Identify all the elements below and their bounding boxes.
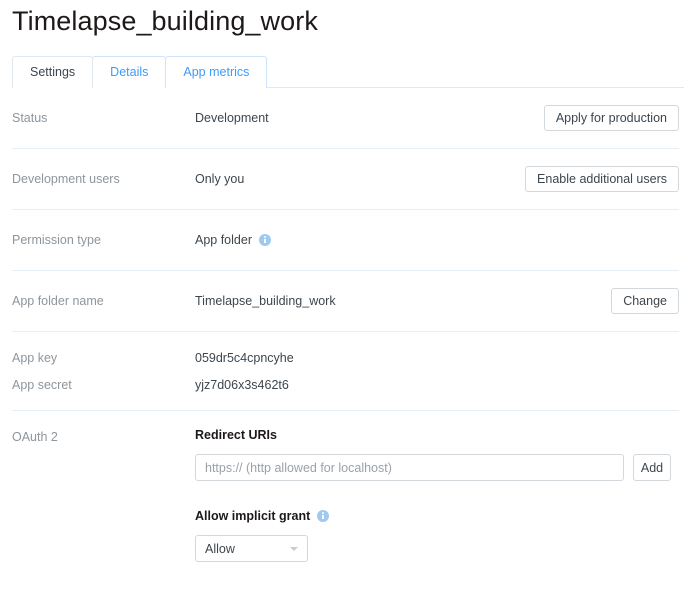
oauth-section-body: Redirect URIs Add Allow implicit grant A… [195, 428, 679, 562]
row-permission-type-label: Permission type [12, 233, 101, 247]
enable-additional-users-button[interactable]: Enable additional users [525, 166, 679, 192]
row-app-key-value: 059dr5c4cpncyhe [195, 350, 294, 365]
redirect-uri-input[interactable] [195, 454, 624, 481]
row-development-users-label: Development users [12, 172, 120, 186]
settings-list: Status Development Apply for production … [0, 88, 691, 562]
row-app-secret-label: App secret [12, 377, 72, 392]
tab-app-metrics-label: App metrics [183, 65, 250, 80]
tab-app-metrics[interactable]: App metrics [165, 56, 268, 88]
change-button[interactable]: Change [611, 288, 679, 314]
allow-implicit-grant-heading: Allow implicit grant [195, 509, 679, 523]
implicit-grant-selected-value: Allow [205, 541, 235, 556]
oauth-section-label: OAuth 2 [12, 430, 58, 444]
add-redirect-uri-button[interactable]: Add [633, 454, 671, 481]
tab-details-label: Details [110, 65, 149, 80]
row-development-users-action: Enable additional users [525, 166, 679, 192]
info-icon[interactable] [258, 234, 271, 246]
row-app-secret: App secret yjz7d06x3s462t6 [0, 371, 691, 398]
row-permission-type-value: App folder [195, 233, 679, 247]
app-folder-name-text: Timelapse_building_work [195, 294, 336, 308]
implicit-grant-block: Allow implicit grant Allow [195, 509, 679, 562]
row-development-users-value: Only you [195, 172, 525, 186]
row-app-key-label: App key [12, 350, 58, 365]
tab-settings-label: Settings [30, 65, 76, 80]
row-app-key: App key 059dr5c4cpncyhe [0, 344, 691, 371]
redirect-uris-heading: Redirect URIs [195, 428, 679, 442]
row-app-folder-name-value: Timelapse_building_work [195, 294, 611, 308]
tab-details[interactable]: Details [92, 56, 167, 88]
redirect-uris-heading-label: Redirect URIs [195, 428, 277, 442]
row-app-folder-name-label: App folder name [12, 294, 104, 308]
row-permission-type: Permission type App folder [0, 210, 691, 270]
tab-bar: Settings Details App metrics [12, 56, 684, 88]
row-status-action: Apply for production [543, 105, 679, 131]
row-status: Status Development Apply for production [0, 88, 691, 148]
apply-for-production-button[interactable]: Apply for production [543, 105, 679, 131]
credentials-block: App key 059dr5c4cpncyhe App secret yjz7d… [0, 332, 691, 410]
permission-type-text: App folder [195, 233, 252, 247]
app-settings-page: Timelapse_building_work Settings Details… [0, 0, 691, 600]
development-users-text: Only you [195, 172, 245, 186]
row-status-value: Development [195, 111, 544, 125]
oauth-section: OAuth 2 Redirect URIs Add Allow implicit… [0, 411, 691, 562]
page-title: Timelapse_building_work [12, 6, 318, 36]
status-text: Development [195, 111, 269, 125]
row-app-folder-name: App folder name Timelapse_building_work … [0, 271, 691, 331]
row-status-label: Status [12, 111, 48, 125]
implicit-grant-select-wrapper: Allow [195, 535, 308, 562]
allow-implicit-grant-heading-label: Allow implicit grant [195, 509, 311, 523]
row-app-secret-value: yjz7d06x3s462t6 [195, 377, 289, 392]
tab-settings[interactable]: Settings [12, 56, 94, 88]
implicit-grant-select[interactable]: Allow [195, 535, 308, 562]
row-development-users: Development users Only you Enable additi… [0, 149, 691, 209]
redirect-uri-input-row: Add [195, 454, 679, 481]
info-icon[interactable] [317, 510, 330, 522]
row-app-folder-name-action: Change [611, 288, 679, 314]
